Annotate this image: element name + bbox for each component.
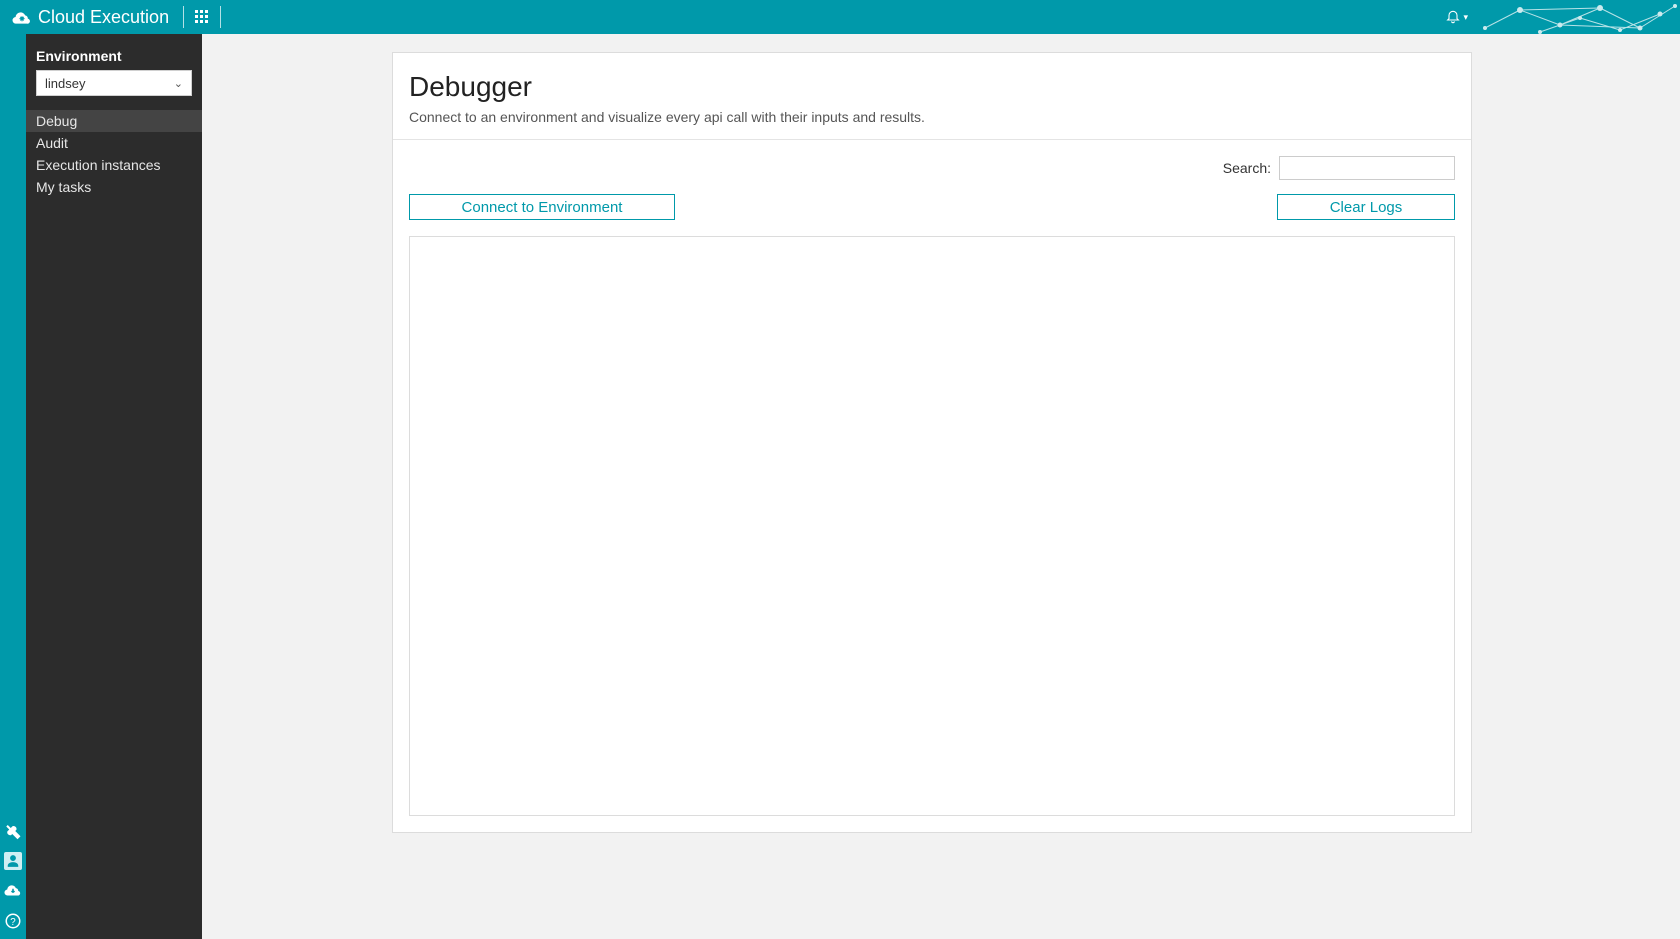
- chevron-down-icon: ⌄: [174, 77, 183, 90]
- page-title: Debugger: [409, 71, 1455, 103]
- header-divider: [220, 6, 221, 28]
- clear-logs-button[interactable]: Clear Logs: [1277, 194, 1455, 220]
- sidebar-item-audit[interactable]: Audit: [26, 132, 202, 154]
- search-row: Search:: [409, 156, 1455, 180]
- environment-select[interactable]: lindsey ⌄: [36, 70, 192, 96]
- cloud-icon: [12, 8, 32, 26]
- connect-to-environment-button[interactable]: Connect to Environment: [409, 194, 675, 220]
- user-avatar-icon[interactable]: [3, 851, 23, 871]
- help-icon[interactable]: ?: [3, 911, 23, 931]
- sidebar-item-debug[interactable]: Debug: [26, 110, 202, 132]
- app-header: Cloud Execution ▾: [0, 0, 1680, 34]
- header-network-decoration: [1480, 0, 1680, 34]
- notifications-button[interactable]: ▾: [1433, 8, 1480, 27]
- search-label: Search:: [1223, 160, 1271, 176]
- chevron-down-icon: ▾: [1463, 12, 1468, 23]
- brand-title: Cloud Execution: [38, 7, 169, 28]
- brand[interactable]: Cloud Execution: [4, 7, 177, 28]
- card-header: Debugger Connect to an environment and v…: [393, 53, 1471, 140]
- environment-select-value: lindsey: [45, 76, 85, 91]
- left-rail: ?: [0, 34, 26, 939]
- search-input[interactable]: [1279, 156, 1455, 180]
- cloud-download-icon[interactable]: [3, 881, 23, 901]
- header-divider: [183, 6, 184, 28]
- sidebar: Environment lindsey ⌄ DebugAuditExecutio…: [26, 34, 202, 939]
- sidebar-section-label: Environment: [26, 48, 202, 70]
- sidebar-item-execution-instances[interactable]: Execution instances: [26, 154, 202, 176]
- sidebar-item-my-tasks[interactable]: My tasks: [26, 176, 202, 198]
- apps-grid-icon[interactable]: [190, 5, 214, 29]
- log-output-area: [409, 236, 1455, 816]
- page-subtitle: Connect to an environment and visualize …: [409, 109, 1455, 125]
- card-body: Search: Connect to Environment Clear Log…: [393, 140, 1471, 832]
- svg-text:?: ?: [10, 917, 16, 928]
- bell-icon: [1445, 8, 1461, 27]
- debugger-card: Debugger Connect to an environment and v…: [392, 52, 1472, 833]
- button-row: Connect to Environment Clear Logs: [409, 194, 1455, 220]
- main-content: Debugger Connect to an environment and v…: [202, 34, 1680, 939]
- tools-icon[interactable]: [3, 821, 23, 841]
